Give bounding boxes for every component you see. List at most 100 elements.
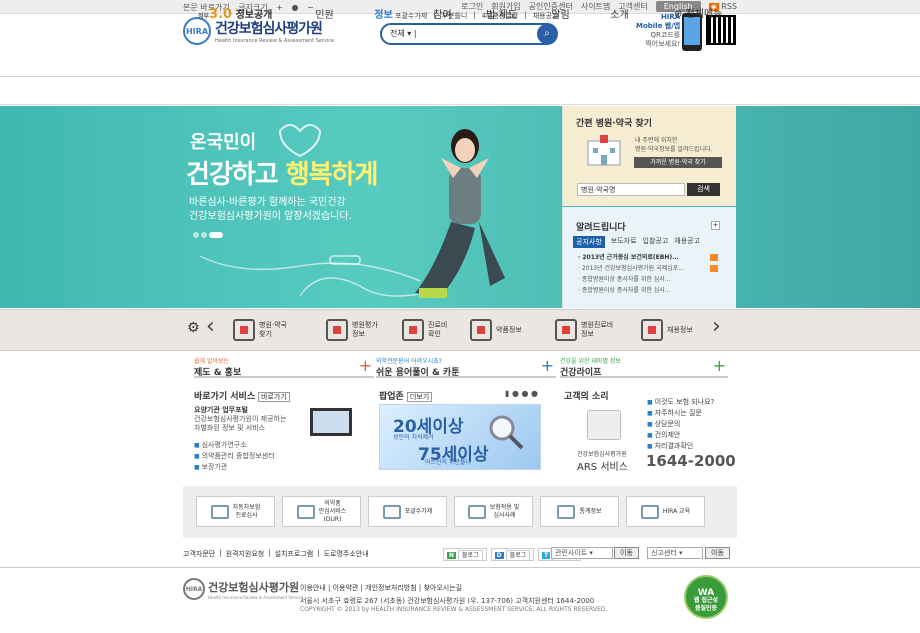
notice-more-button[interactable]: +: [711, 221, 720, 230]
nav-item-civil[interactable]: 민원: [295, 6, 354, 21]
list-item[interactable]: 의약품관리 종합정보센터: [194, 452, 275, 460]
naver-blog-link[interactable]: N 블로그: [443, 548, 487, 561]
tab-jobs[interactable]: 채용공고: [674, 236, 700, 248]
social-label: 블로그: [505, 550, 531, 561]
list-item[interactable]: 심사평가연구소: [194, 441, 247, 449]
nav-item-about[interactable]: 소개: [590, 6, 649, 21]
quick-fee-check[interactable]: 진료비 확인: [402, 319, 447, 341]
social-label: 블로그: [458, 550, 483, 561]
util-link[interactable]: 도로명주소안내: [324, 549, 369, 559]
nav-item-info[interactable]: 정보: [354, 6, 413, 21]
daum-blog-link[interactable]: D 블로그: [490, 548, 535, 561]
portal-desc-2: 차별화된 정보 및 서비스: [194, 424, 266, 432]
popup-more-button[interactable]: 더보기: [406, 392, 433, 402]
link-banner-education[interactable]: HIRA 교육: [626, 496, 705, 527]
pager-dot[interactable]: [201, 232, 207, 238]
tab-notice[interactable]: 공지사항: [573, 236, 605, 248]
link-banner-dur[interactable]: 의약품 안심서비스 (DUR): [282, 496, 361, 527]
pager-dot[interactable]: [193, 232, 199, 238]
list-item[interactable]: · 종합병원이상 종사자를 위한 심사...: [578, 285, 718, 296]
nav-item-news[interactable]: 알림: [531, 6, 590, 21]
link-banner-drg[interactable]: 포괄수가제: [368, 496, 447, 527]
link-banner-cases[interactable]: 보험적용 및 심사사례: [454, 496, 533, 527]
document-icon: [467, 504, 486, 519]
hero-desc-1: 바른심사·바른평가 함께하는 국민건강: [189, 197, 346, 208]
gov30-info-link[interactable]: 정부3.0 정보공개: [198, 6, 272, 22]
plus-icon[interactable]: +: [713, 356, 726, 375]
link-banner-stats[interactable]: 통계정보: [540, 496, 619, 527]
pager-dot-active[interactable]: [209, 232, 223, 238]
gov30-prefix: 정부: [198, 13, 210, 20]
link-banner-auto-insurance[interactable]: 자동차보험 진료심사: [196, 496, 275, 527]
util-link[interactable]: 설치프로그램: [275, 549, 314, 559]
notice-item-text: 2013년 근거중심 보건의료(EBH)...: [582, 254, 679, 261]
hospital-search-button[interactable]: 검색: [687, 183, 720, 196]
plus-icon[interactable]: +: [359, 356, 372, 375]
evaluation-icon: [326, 319, 348, 341]
notice-item-text: 종합병원이상 종사자를 위한 심사...: [581, 276, 671, 283]
hospital-search-input[interactable]: 병원·약국명: [577, 183, 685, 196]
related-sites-select[interactable]: 관련사이트 ▾: [551, 547, 613, 559]
quick-drug-info[interactable]: 약품정보: [470, 319, 522, 341]
portal-link[interactable]: 요양기관 업무포털: [194, 405, 248, 415]
notice-item-text: 종합병원이상 종사자를 위한 심사...: [581, 287, 671, 294]
list-item[interactable]: 처리결과확인: [647, 442, 693, 450]
report-go-button[interactable]: 이동: [705, 547, 730, 559]
wa-mark-text: 품질인증: [694, 605, 718, 612]
mobile-line: Mobile 웹/앱: [636, 22, 681, 30]
chevron-left-icon[interactable]: ‹: [206, 314, 215, 339]
quick-label: 찾기: [259, 330, 272, 338]
wa-mark-text: 웹 접근성: [693, 597, 719, 604]
fontsize-up-button[interactable]: +: [276, 3, 283, 12]
search-button[interactable]: ⌕: [537, 24, 557, 44]
stethoscope-icon: [402, 319, 424, 341]
hero-pager[interactable]: [193, 232, 223, 238]
new-badge-icon: [710, 254, 718, 261]
notice-tabs: 공지사항 보도자료 입찰공고 채용공고: [573, 236, 700, 248]
util-link[interactable]: 원격지원요청: [226, 549, 265, 559]
banner-text-4: 어르신의 부분틀니: [425, 459, 472, 466]
list-item[interactable]: 자주하시는 질문: [647, 409, 702, 417]
chevron-right-icon[interactable]: ›: [712, 314, 721, 339]
list-item[interactable]: 상담문의: [647, 420, 680, 428]
pill-icon: [470, 319, 492, 341]
portal-desc: 건강보험심사평가원이 제공하는 차별화된 정보 및 서비스: [194, 415, 286, 433]
twitter-icon: T: [542, 552, 551, 559]
book-icon: [382, 504, 401, 519]
popup-pager[interactable]: ▮ ● ● ●: [505, 389, 538, 398]
list-item[interactable]: · 2013년 근거중심 보건의료(EBH)...: [578, 252, 718, 263]
quick-hospital-finder[interactable]: 병원·약국 찾기: [233, 319, 287, 341]
footer-logo: HIRA 건강보험심사평가원 Health Insurance Review & …: [183, 578, 303, 600]
plus-icon[interactable]: +: [541, 356, 554, 375]
list-item[interactable]: 보장기관: [194, 463, 227, 471]
search-scope-select[interactable]: 전체 ▾ |: [390, 28, 417, 39]
header-subtitle: 건강을 위한 테마별 정보: [560, 358, 621, 365]
quick-hospital-fees[interactable]: 병원진료비 정보: [555, 319, 613, 341]
nav-item-law[interactable]: 법·제도: [472, 6, 531, 21]
nav-item-participation[interactable]: 참여: [413, 6, 472, 21]
notice-item-text: 2013년 건강보험심사평가원 국제심포...: [581, 265, 684, 272]
header-subtitle: 의학전문용어 어려우시죠?: [376, 358, 442, 365]
quick-hospital-eval[interactable]: 병원평가 정보: [326, 319, 378, 341]
quick-jobs[interactable]: 채용정보: [641, 319, 693, 341]
tab-press[interactable]: 보도자료: [611, 236, 637, 248]
list-item[interactable]: 이것도 보험 되나요?: [647, 398, 714, 406]
tab-bid[interactable]: 입찰공고: [643, 236, 669, 248]
shortcut-tag-button[interactable]: 바로가기: [258, 392, 290, 402]
portal-desc-1: 건강보험심사평가원이 제공하는: [194, 415, 287, 423]
footer-links[interactable]: 이용안내 | 이용약관 | 개인정보처리방침 | 찾아오시는길: [300, 583, 462, 593]
all-menu-button[interactable]: ⊕ 전체메뉴: [674, 5, 722, 20]
section-header-policy[interactable]: 쉽게 알아보는 제도 & 홍보 +: [194, 356, 374, 378]
ars-number: 1644-2000: [646, 452, 736, 470]
section-header-life[interactable]: 건강을 위한 테마별 정보 건강라이프 +: [560, 356, 728, 378]
section-header-terms[interactable]: 의학전문용어 어려우시죠? 쉬운 용어풀이 & 카툰 +: [376, 356, 556, 378]
related-go-button[interactable]: 이동: [614, 547, 639, 559]
report-center-select[interactable]: 신고센터 ▾: [647, 547, 703, 559]
list-item[interactable]: 건의제안: [647, 431, 680, 439]
util-link[interactable]: 고객자문단: [183, 549, 215, 559]
gear-icon[interactable]: ⚙: [187, 320, 200, 336]
footer-logo-english: Health Insurance Review & Assessment Ser…: [208, 594, 304, 600]
nearby-finder-button[interactable]: 가까운 병원·약국 찾기: [634, 157, 722, 168]
list-item[interactable]: · 2013년 건강보험심사평가원 국제심포...: [578, 263, 718, 274]
list-item[interactable]: · 종합병원이상 종사자를 위한 심사...: [578, 274, 718, 285]
